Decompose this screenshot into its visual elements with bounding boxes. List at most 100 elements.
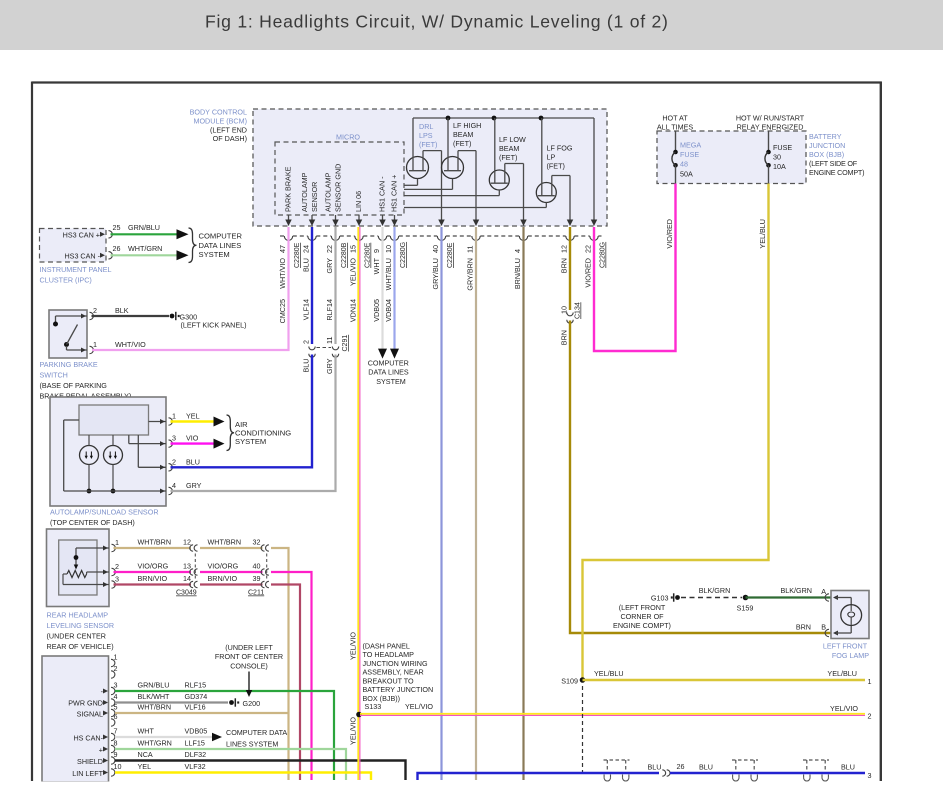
svg-text:PWR GND: PWR GND xyxy=(68,699,103,708)
svg-text:SENSOR: SENSOR xyxy=(310,182,319,212)
svg-text:VIO/RED: VIO/RED xyxy=(584,258,593,288)
svg-text:COMPUTER: COMPUTER xyxy=(368,359,409,368)
svg-text:BLK/GRN: BLK/GRN xyxy=(699,586,731,595)
svg-text:HOT W/ RUN/START: HOT W/ RUN/START xyxy=(736,114,805,123)
svg-text:25: 25 xyxy=(113,223,121,232)
svg-text:INSTRUMENT PANEL: INSTRUMENT PANEL xyxy=(40,265,112,274)
svg-text:10: 10 xyxy=(114,762,122,771)
svg-text:14: 14 xyxy=(183,574,191,583)
svg-text:WHT/VIO: WHT/VIO xyxy=(278,258,287,289)
svg-text:MEGA: MEGA xyxy=(680,141,701,150)
svg-text:2: 2 xyxy=(302,340,311,344)
svg-text:FUSE: FUSE xyxy=(680,150,699,159)
svg-text:CMC25: CMC25 xyxy=(278,299,287,323)
svg-text:GRY: GRY xyxy=(186,481,202,490)
svg-text:DATA LINES: DATA LINES xyxy=(368,368,409,377)
svg-text:LF FOG: LF FOG xyxy=(547,144,573,153)
svg-text:C2280B: C2280B xyxy=(341,242,348,268)
svg-text:DRL: DRL xyxy=(419,122,433,131)
svg-text:VDB04: VDB04 xyxy=(384,299,393,322)
svg-text:2: 2 xyxy=(93,306,97,315)
svg-text:BOX (BJB)): BOX (BJB)) xyxy=(363,694,401,703)
svg-text:BLU: BLU xyxy=(648,763,662,772)
svg-text:3: 3 xyxy=(172,434,176,443)
svg-text:GD374: GD374 xyxy=(185,692,208,701)
svg-text:VLF32: VLF32 xyxy=(185,762,206,771)
svg-text:LF HIGH: LF HIGH xyxy=(453,121,481,130)
svg-text:S109: S109 xyxy=(561,677,578,686)
svg-text:39: 39 xyxy=(253,574,261,583)
svg-text:BLK/GRN: BLK/GRN xyxy=(780,586,812,595)
svg-text:11: 11 xyxy=(466,246,475,253)
svg-text:15: 15 xyxy=(349,245,358,253)
svg-text:FUSE: FUSE xyxy=(773,143,792,152)
svg-text:WHT/BRN: WHT/BRN xyxy=(138,703,172,712)
svg-text:4: 4 xyxy=(172,481,176,490)
svg-text:1: 1 xyxy=(114,653,118,662)
svg-text:(LEFT KICK PANEL): (LEFT KICK PANEL) xyxy=(181,320,247,329)
svg-text:WHT: WHT xyxy=(372,257,381,274)
svg-text:32: 32 xyxy=(253,538,261,547)
svg-text:10: 10 xyxy=(560,306,569,314)
svg-text:RLF15: RLF15 xyxy=(185,681,207,690)
svg-text:5: 5 xyxy=(114,703,118,712)
svg-text:C2280G: C2280G xyxy=(600,242,607,268)
svg-text:YEL: YEL xyxy=(186,412,200,421)
svg-text:(FET): (FET) xyxy=(547,162,565,171)
svg-text:(UNDER LEFT: (UNDER LEFT xyxy=(225,643,273,652)
svg-text:YEL/BLU: YEL/BLU xyxy=(594,669,624,678)
svg-text:GRY/BRN: GRY/BRN xyxy=(466,258,475,291)
svg-text:WHT/VIO: WHT/VIO xyxy=(115,340,146,349)
svg-text:Fig 1: Headlights Circuit, W/: Fig 1: Headlights Circuit, W/ Dynamic Le… xyxy=(205,11,669,31)
svg-text:VLF14: VLF14 xyxy=(302,299,311,320)
svg-text:GRN/BLU: GRN/BLU xyxy=(128,223,160,232)
svg-text:(BASE OF PARKING: (BASE OF PARKING xyxy=(40,381,108,390)
svg-text:BATTERY JUNCTION: BATTERY JUNCTION xyxy=(363,685,434,694)
svg-text:12: 12 xyxy=(560,245,569,253)
svg-text:BEAM: BEAM xyxy=(453,130,473,139)
svg-text:GRY: GRY xyxy=(325,258,334,274)
svg-text:COMPUTER DATA: COMPUTER DATA xyxy=(226,728,287,737)
svg-text:VDB05: VDB05 xyxy=(372,299,381,322)
svg-text:PARK BRAKE: PARK BRAKE xyxy=(284,166,293,212)
svg-text:MICRO: MICRO xyxy=(336,133,360,142)
svg-text:2: 2 xyxy=(868,712,872,721)
svg-text:C2280E: C2280E xyxy=(294,242,301,268)
svg-text:FOG LAMP: FOG LAMP xyxy=(832,651,869,660)
svg-text:30: 30 xyxy=(773,153,781,162)
svg-text:VIO: VIO xyxy=(186,434,199,443)
svg-text:WHT: WHT xyxy=(138,727,155,736)
svg-text:MODULE (BCM): MODULE (BCM) xyxy=(193,117,247,126)
svg-text:WHT/GRN: WHT/GRN xyxy=(138,739,172,748)
svg-text:WHT/BRN: WHT/BRN xyxy=(138,538,172,547)
svg-text:DLF32: DLF32 xyxy=(185,750,207,759)
svg-text:BLK/WHT: BLK/WHT xyxy=(138,692,171,701)
svg-text:C211: C211 xyxy=(248,590,264,597)
svg-text:COMPUTER: COMPUTER xyxy=(199,232,243,241)
svg-text:3: 3 xyxy=(868,771,872,780)
svg-text:1: 1 xyxy=(868,677,872,686)
svg-text:VIO/ORG: VIO/ORG xyxy=(208,562,239,571)
svg-text:7: 7 xyxy=(114,727,118,736)
svg-text:YEL/VIO: YEL/VIO xyxy=(349,258,358,286)
svg-text:C291: C291 xyxy=(342,335,349,352)
svg-text:BOX (BJB): BOX (BJB) xyxy=(809,150,844,159)
svg-text:22: 22 xyxy=(325,245,334,253)
svg-text:VIO/RED: VIO/RED xyxy=(665,219,674,249)
svg-text:ASSEMBLY, NEAR: ASSEMBLY, NEAR xyxy=(363,668,424,677)
svg-text:ENGINE COMPT): ENGINE COMPT) xyxy=(809,168,864,177)
svg-text:BREAKOUT TO: BREAKOUT TO xyxy=(363,676,415,685)
svg-text:AUTOLAMP/SUNLOAD SENSOR: AUTOLAMP/SUNLOAD SENSOR xyxy=(50,508,159,517)
svg-text:HS1 CAN -: HS1 CAN - xyxy=(378,176,387,212)
svg-text:1: 1 xyxy=(172,412,176,421)
svg-text:BLU: BLU xyxy=(302,359,311,373)
svg-text:LIN LEFT: LIN LEFT xyxy=(72,769,103,778)
svg-text:AIR: AIR xyxy=(235,420,248,429)
svg-text:12: 12 xyxy=(183,538,191,547)
svg-text:3: 3 xyxy=(114,681,118,690)
svg-text:SWITCH: SWITCH xyxy=(40,371,68,380)
svg-text:LPS: LPS xyxy=(419,131,433,140)
svg-text:TO HEADLAMP: TO HEADLAMP xyxy=(363,650,415,659)
svg-text:SYSTEM: SYSTEM xyxy=(376,377,406,386)
svg-text:CORNER OF: CORNER OF xyxy=(620,612,664,621)
